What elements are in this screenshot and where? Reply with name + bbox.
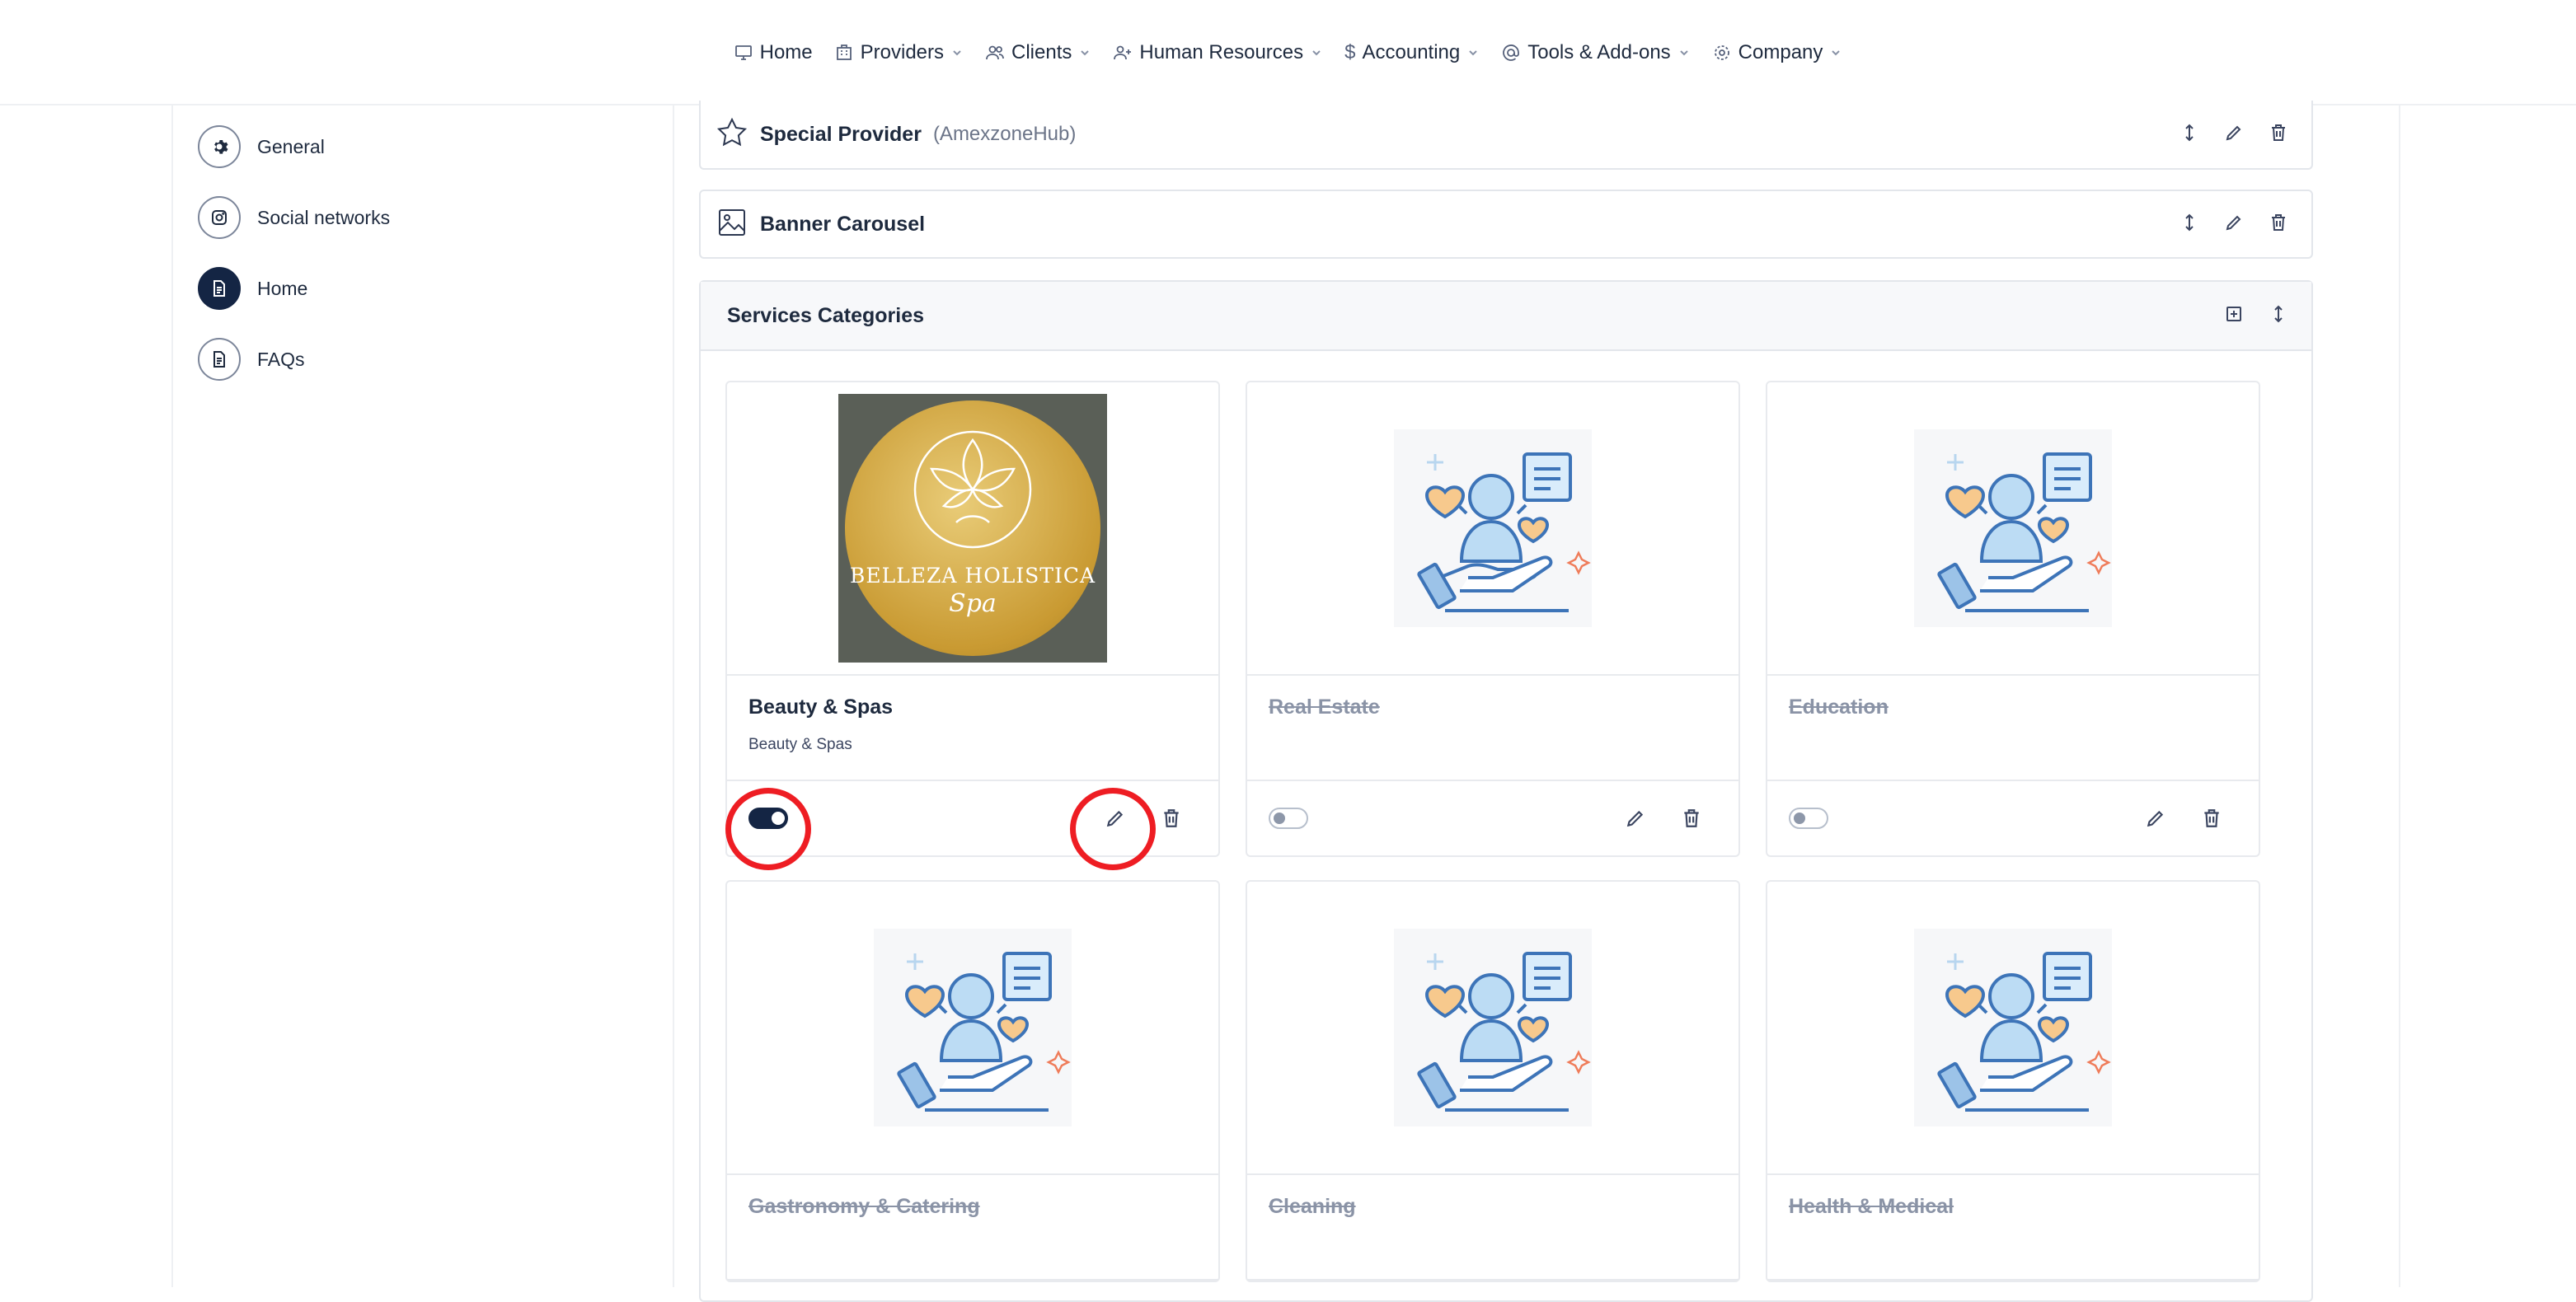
at-icon bbox=[1503, 44, 1520, 61]
sidebar-item-label: General bbox=[257, 135, 325, 157]
reorder-icon[interactable] bbox=[2180, 213, 2199, 237]
trash-icon[interactable] bbox=[2201, 808, 2222, 833]
sidebar-item-label: Home bbox=[257, 277, 308, 299]
category-card: Real Estate bbox=[1246, 381, 1740, 857]
star-icon bbox=[716, 116, 748, 153]
category-card: Cleaning bbox=[1246, 880, 1740, 1282]
reorder-icon[interactable] bbox=[2269, 304, 2288, 328]
service-illustration bbox=[1767, 382, 2259, 676]
trash-icon[interactable] bbox=[1161, 808, 1182, 833]
sidebar-item-faqs[interactable]: FAQs bbox=[198, 336, 643, 382]
service-illustration bbox=[727, 882, 1218, 1175]
gear-icon bbox=[198, 125, 241, 168]
nav-label: Home bbox=[759, 41, 813, 63]
image-icon bbox=[716, 206, 748, 243]
chevron-down-icon bbox=[1081, 50, 1090, 56]
dollar-icon: $ bbox=[1344, 41, 1356, 63]
card-title: Gastronomy & Catering bbox=[748, 1195, 980, 1218]
sidebar-item-label: Social networks bbox=[257, 206, 391, 228]
settings-sidebar: General Social networks Home FAQs bbox=[198, 124, 643, 407]
users-icon bbox=[986, 45, 1004, 60]
building-icon bbox=[836, 44, 852, 60]
category-card: Gastronomy & Catering bbox=[725, 880, 1220, 1282]
section-title: Special Provider bbox=[760, 122, 922, 146]
nav-tools-addons[interactable]: Tools & Add-ons bbox=[1501, 41, 1690, 64]
add-grid-icon[interactable] bbox=[2224, 304, 2244, 328]
trash-icon[interactable] bbox=[2269, 123, 2288, 147]
page-divider bbox=[171, 105, 173, 1287]
trash-icon[interactable] bbox=[2269, 213, 2288, 237]
trash-icon[interactable] bbox=[1681, 808, 1702, 833]
sidebar-item-social-networks[interactable]: Social networks bbox=[198, 194, 643, 241]
chevron-down-icon bbox=[1832, 50, 1841, 56]
card-title: Real Estate bbox=[1269, 695, 1380, 719]
card-subtitle: Beauty & Spas bbox=[748, 736, 852, 753]
top-navigation: Home Providers Clients Human Resources $… bbox=[0, 0, 2576, 105]
category-card: BELLEZA HOLISTICA Spa Beauty & Spas Beau… bbox=[725, 381, 1220, 857]
card-title: Education bbox=[1789, 695, 1889, 719]
nav-label: Human Resources bbox=[1139, 41, 1304, 63]
card-image: BELLEZA HOLISTICA Spa bbox=[727, 382, 1218, 676]
card-title: Health & Medical bbox=[1789, 1195, 1954, 1218]
chevron-down-icon bbox=[1312, 50, 1321, 56]
enable-toggle[interactable] bbox=[748, 808, 788, 829]
section-subtitle: (AmexzoneHub) bbox=[932, 123, 1077, 145]
document-icon bbox=[198, 338, 241, 381]
enable-toggle[interactable] bbox=[1269, 808, 1308, 829]
chevron-down-icon bbox=[953, 50, 961, 56]
enable-toggle[interactable] bbox=[1789, 808, 1828, 829]
nav-company[interactable]: Company bbox=[1712, 41, 1843, 64]
chevron-down-icon bbox=[1679, 50, 1688, 56]
nav-human-resources[interactable]: Human Resources bbox=[1113, 41, 1323, 64]
nav-label: Clients bbox=[1011, 41, 1072, 63]
section-title: Services Categories bbox=[727, 303, 925, 327]
edit-icon[interactable] bbox=[1625, 808, 1646, 833]
service-illustration bbox=[1247, 382, 1738, 676]
nav-home[interactable]: Home bbox=[734, 41, 813, 64]
card-title: Beauty & Spas bbox=[748, 695, 894, 719]
sidebar-item-general[interactable]: General bbox=[198, 124, 643, 170]
section-header: Services Categories bbox=[701, 282, 2311, 351]
user-plus-icon bbox=[1114, 45, 1132, 60]
nav-accounting[interactable]: $ Accounting bbox=[1344, 41, 1480, 64]
edit-icon[interactable] bbox=[2224, 213, 2244, 237]
page-divider bbox=[2399, 105, 2400, 1287]
page-divider bbox=[673, 105, 674, 1287]
logo-text: BELLEZA HOLISTICA bbox=[849, 564, 1096, 588]
card-title: Cleaning bbox=[1269, 1195, 1356, 1218]
nav-label: Accounting bbox=[1362, 41, 1461, 63]
category-card: Education bbox=[1766, 381, 2260, 857]
edit-icon[interactable] bbox=[1105, 808, 1126, 833]
instagram-icon bbox=[198, 196, 241, 239]
edit-icon[interactable] bbox=[2224, 123, 2244, 147]
nav-clients[interactable]: Clients bbox=[985, 41, 1091, 64]
section-banner-carousel: Banner Carousel bbox=[699, 190, 2313, 259]
nav-label: Providers bbox=[860, 41, 945, 63]
sidebar-item-home[interactable]: Home bbox=[198, 265, 643, 311]
sidebar-item-label: FAQs bbox=[257, 348, 305, 370]
monitor-icon bbox=[734, 45, 752, 60]
section-title: Banner Carousel bbox=[760, 212, 926, 236]
nav-label: Tools & Add-ons bbox=[1527, 41, 1671, 63]
service-illustration bbox=[1247, 882, 1738, 1175]
belleza-holistica-logo: BELLEZA HOLISTICA Spa bbox=[838, 394, 1107, 663]
chevron-down-icon bbox=[1469, 50, 1477, 56]
edit-icon[interactable] bbox=[2145, 808, 2166, 833]
logo-script: Spa bbox=[949, 589, 997, 618]
nav-providers[interactable]: Providers bbox=[834, 41, 964, 64]
nav-label: Company bbox=[1738, 41, 1823, 63]
service-illustration bbox=[1767, 882, 2259, 1175]
reorder-icon[interactable] bbox=[2180, 123, 2199, 147]
category-card: Health & Medical bbox=[1766, 880, 2260, 1282]
gear-icon bbox=[1714, 45, 1729, 60]
document-icon bbox=[198, 267, 241, 310]
section-special-provider: Special Provider (AmexzoneHub) bbox=[699, 101, 2313, 170]
